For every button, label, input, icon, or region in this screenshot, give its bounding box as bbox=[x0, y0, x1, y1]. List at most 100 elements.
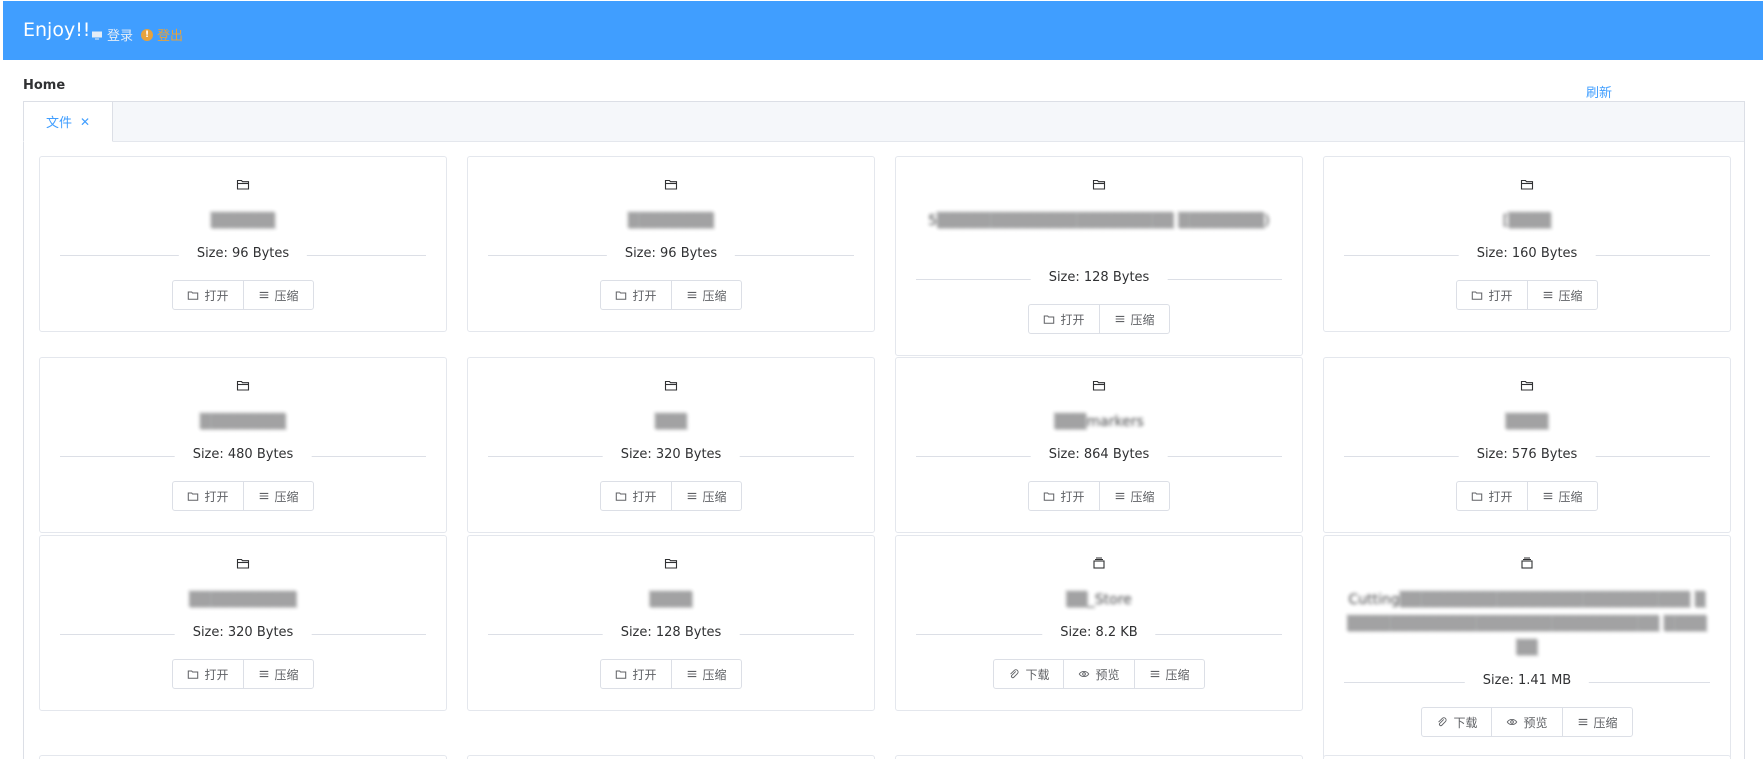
folder-icon bbox=[664, 380, 678, 391]
download-button[interactable]: 下载 bbox=[1421, 707, 1493, 737]
folder-card[interactable] bbox=[1323, 755, 1731, 759]
card-icon-wrap bbox=[468, 556, 874, 570]
open-button[interactable]: 打开 bbox=[172, 280, 244, 310]
zip-button-label: 压缩 bbox=[274, 667, 299, 682]
open-button-label: 打开 bbox=[204, 288, 229, 303]
folder-card[interactable]: ▒▒▒▒▒▒▒▒ Size: 96 Bytes 打开 压缩 bbox=[467, 156, 875, 332]
zip-button[interactable]: 压缩 bbox=[1526, 280, 1598, 310]
size-divider: Size: 128 Bytes bbox=[916, 270, 1282, 285]
folder-open-icon bbox=[616, 291, 627, 300]
action-buttons: 下载 预览 压缩 bbox=[1324, 707, 1730, 737]
open-button[interactable]: 打开 bbox=[172, 659, 244, 689]
preview-button[interactable]: 预览 bbox=[1491, 707, 1563, 737]
folder-card[interactable]: ▒▒▒▒▒▒▒▒ Size: 480 Bytes 打开 压缩 bbox=[39, 357, 447, 533]
open-button[interactable]: 打开 bbox=[600, 481, 672, 511]
folder-open-icon bbox=[188, 291, 199, 300]
folder-card[interactable] bbox=[895, 755, 1303, 759]
eye-icon bbox=[1507, 718, 1518, 726]
zip-button[interactable]: 压缩 bbox=[670, 481, 742, 511]
refresh-button[interactable]: 刷新 bbox=[1586, 82, 1612, 101]
zip-button-label: 压缩 bbox=[274, 288, 299, 303]
zip-button[interactable]: 压缩 bbox=[242, 280, 314, 310]
folder-card[interactable] bbox=[467, 755, 875, 759]
tab-files[interactable]: 文件 ✕ bbox=[23, 101, 113, 142]
list-icon bbox=[1543, 291, 1552, 299]
zip-button[interactable]: 压缩 bbox=[242, 481, 314, 511]
folder-card[interactable]: ▒▒▒▒ Size: 576 Bytes 打开 压缩 bbox=[1323, 357, 1731, 533]
size-divider: Size: 128 Bytes bbox=[488, 625, 854, 640]
open-button[interactable]: 打开 bbox=[600, 280, 672, 310]
open-button[interactable]: 打开 bbox=[1028, 304, 1100, 334]
list-icon bbox=[1115, 315, 1124, 323]
zip-button[interactable]: 压缩 bbox=[242, 659, 314, 689]
zip-button[interactable]: 压缩 bbox=[670, 659, 742, 689]
file-name: [▒▒▒▒ bbox=[1502, 213, 1552, 229]
folder-icon bbox=[1092, 179, 1106, 190]
folder-icon bbox=[1520, 380, 1534, 391]
file-name: 5▒▒▒▒▒▒▒▒▒▒▒▒▒▒▒▒▒▒▒▒▒▒ ▒▒▒▒▒▒▒▒) bbox=[928, 213, 1270, 229]
folder-open-icon bbox=[1472, 291, 1483, 300]
list-icon bbox=[1543, 492, 1552, 500]
folder-card[interactable]: ▒▒▒markers Size: 864 Bytes 打开 压缩 bbox=[895, 357, 1303, 533]
file-icon bbox=[1093, 557, 1105, 569]
file-size: Size: 128 Bytes bbox=[602, 625, 740, 640]
size-divider: Size: 320 Bytes bbox=[60, 625, 426, 640]
open-button[interactable]: 打开 bbox=[1456, 280, 1528, 310]
close-icon[interactable]: ✕ bbox=[80, 115, 90, 129]
open-button[interactable]: 打开 bbox=[1028, 481, 1100, 511]
zip-button-label: 压缩 bbox=[702, 667, 727, 682]
card-icon-wrap bbox=[40, 556, 446, 570]
file-name: Cutting▒▒▒▒▒▒▒▒▒▒▒▒▒▒▒▒▒▒▒▒▒▒▒▒▒▒▒ ▒▒▒▒▒… bbox=[1347, 592, 1707, 656]
zip-button[interactable]: 压缩 bbox=[1526, 481, 1598, 511]
open-button-label: 打开 bbox=[1060, 312, 1085, 327]
folder-card[interactable]: ▒▒▒▒ Size: 128 Bytes 打开 压缩 bbox=[467, 535, 875, 711]
open-button-label: 打开 bbox=[204, 667, 229, 682]
folder-open-icon bbox=[1044, 315, 1055, 324]
action-buttons: 打开 压缩 bbox=[1324, 481, 1730, 511]
folder-card[interactable]: [▒▒▒▒ Size: 160 Bytes 打开 压缩 bbox=[1323, 156, 1731, 332]
action-buttons: 打开 压缩 bbox=[40, 481, 446, 511]
list-icon bbox=[259, 291, 268, 299]
preview-button[interactable]: 预览 bbox=[1063, 659, 1135, 689]
login-link[interactable]: 登录 bbox=[91, 25, 133, 44]
file-card[interactable]: ▒▒_Store Size: 8.2 KB 下载 预览 压缩 bbox=[895, 535, 1303, 711]
size-divider: Size: 320 Bytes bbox=[488, 447, 854, 462]
zip-button[interactable]: 压缩 bbox=[670, 280, 742, 310]
file-name: ▒▒▒▒▒▒▒▒ bbox=[627, 213, 715, 229]
open-button[interactable]: 打开 bbox=[600, 659, 672, 689]
file-size: Size: 480 Bytes bbox=[174, 447, 312, 462]
folder-card[interactable]: ▒▒▒▒▒▒▒▒▒▒ Size: 320 Bytes 打开 压缩 bbox=[39, 535, 447, 711]
folder-card[interactable]: 5▒▒▒▒▒▒▒▒▒▒▒▒▒▒▒▒▒▒▒▒▒▒ ▒▒▒▒▒▒▒▒) Size: 1… bbox=[895, 156, 1303, 356]
paperclip-icon bbox=[1438, 717, 1447, 727]
action-buttons: 打开 压缩 bbox=[40, 280, 446, 310]
zip-button[interactable]: 压缩 bbox=[1133, 659, 1205, 689]
folder-icon bbox=[236, 380, 250, 391]
open-button[interactable]: 打开 bbox=[172, 481, 244, 511]
folder-card[interactable] bbox=[39, 755, 447, 759]
file-card[interactable]: Cutting▒▒▒▒▒▒▒▒▒▒▒▒▒▒▒▒▒▒▒▒▒▒▒▒▒▒▒ ▒▒▒▒▒… bbox=[1323, 535, 1731, 759]
folder-card[interactable]: ▒▒▒▒▒▒ Size: 96 Bytes 打开 压缩 bbox=[39, 156, 447, 332]
zip-button[interactable]: 压缩 bbox=[1561, 707, 1633, 737]
download-button[interactable]: 下载 bbox=[993, 659, 1065, 689]
open-button[interactable]: 打开 bbox=[1456, 481, 1528, 511]
zip-button[interactable]: 压缩 bbox=[1098, 481, 1170, 511]
size-divider: Size: 480 Bytes bbox=[60, 447, 426, 462]
file-name: ▒▒▒▒▒▒ bbox=[210, 213, 276, 229]
folder-icon bbox=[236, 179, 250, 190]
logout-link[interactable]: ! 登出 bbox=[141, 25, 183, 44]
breadcrumb[interactable]: Home bbox=[23, 78, 65, 93]
card-icon-wrap bbox=[1324, 378, 1730, 392]
folder-open-icon bbox=[188, 492, 199, 501]
folder-card[interactable]: ▒▒▒ Size: 320 Bytes 打开 压缩 bbox=[467, 357, 875, 533]
top-navbar: Enjoy!! 登录 ! 登出 bbox=[3, 1, 1763, 60]
zip-button[interactable]: 压缩 bbox=[1098, 304, 1170, 334]
file-size: Size: 96 Bytes bbox=[606, 246, 736, 261]
tab-files-label: 文件 bbox=[45, 116, 72, 131]
file-size: Size: 576 Bytes bbox=[1458, 447, 1596, 462]
folder-icon bbox=[664, 179, 678, 190]
card-icon-wrap bbox=[1324, 177, 1730, 191]
open-button-label: 打开 bbox=[632, 288, 657, 303]
zip-button-label: 压缩 bbox=[1165, 667, 1190, 682]
file-size: Size: 128 Bytes bbox=[1030, 270, 1168, 285]
card-icon-wrap bbox=[896, 556, 1302, 570]
